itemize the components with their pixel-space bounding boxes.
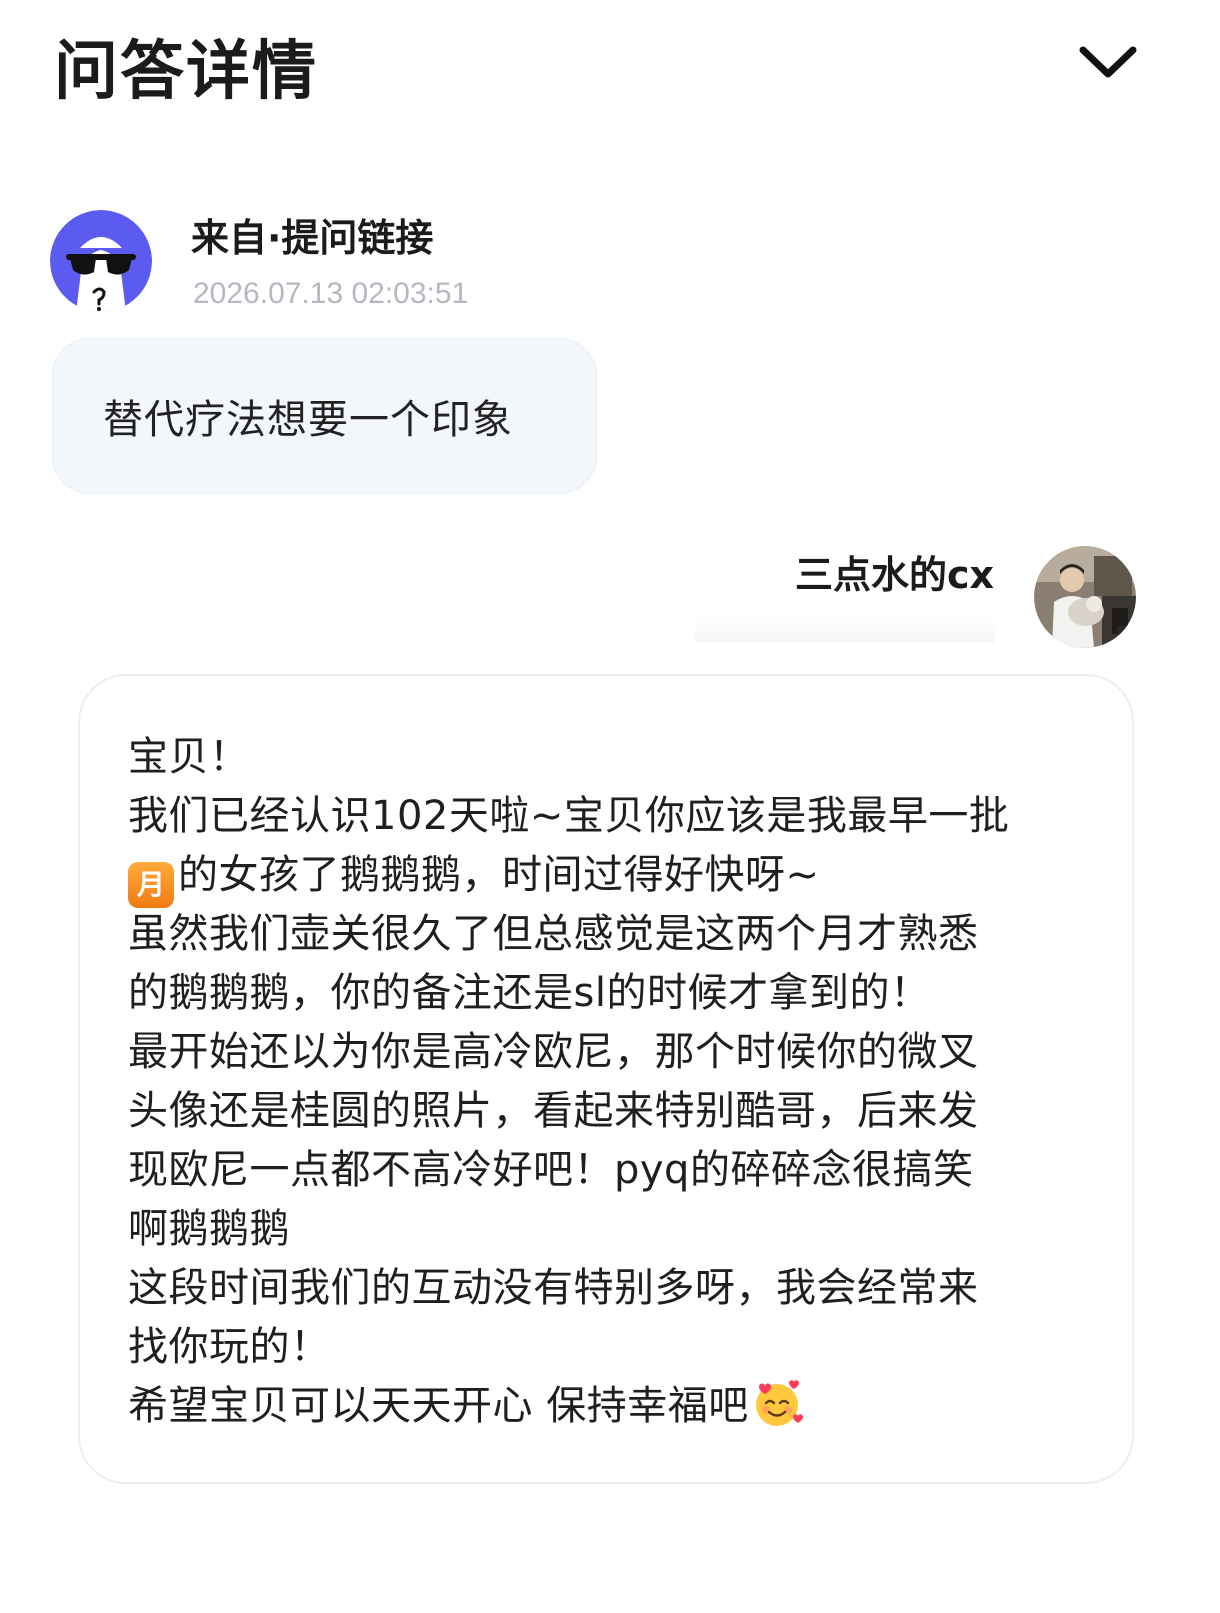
answer-line: 月的女孩了鹅鹅鹅，时间过得好快呀~ — [128, 846, 1108, 908]
calendar-month-icon: 月 — [128, 862, 174, 908]
asker-name: 来自·提问链接 — [191, 216, 434, 260]
answer-line: 头像还是桂圆的照片，看起来特别酷哥，后来发 — [128, 1088, 979, 1134]
question-timestamp: 2026.07.13 02:03:51 — [193, 277, 469, 310]
question-text: 替代疗法想要一个印象 — [103, 397, 513, 443]
page-title: 问答详情 — [54, 35, 318, 109]
answerer-avatar[interactable] — [1034, 546, 1136, 648]
answer-line: 现欧尼一点都不高冷好吧！pyq的碎碎念很搞笑 — [128, 1147, 974, 1193]
answerer-subtitle-placeholder — [695, 616, 995, 642]
collapse-button[interactable] — [1076, 36, 1140, 88]
answer-line-text: 希望宝贝可以天天开心 保持幸福吧 — [128, 1383, 749, 1429]
answer-line: 我们已经认识102天啦~宝贝你应该是我最早一批 — [128, 793, 1010, 839]
asker-avatar[interactable] — [50, 210, 152, 312]
question-bubble: 替代疗法想要一个印象 — [52, 338, 597, 494]
answer-line: 最开始还以为你是高冷欧尼，那个时候你的微叉 — [128, 1029, 979, 1075]
answer-line: 这段时间我们的互动没有特别多呀，我会经常来 — [128, 1265, 979, 1311]
user-photo-avatar-icon — [1034, 546, 1136, 648]
anonymous-sunglasses-avatar-icon — [50, 210, 152, 312]
smiling-face-with-hearts-icon — [755, 1380, 803, 1426]
answer-line: 的鹅鹅鹅，你的备注还是sl的时候才拿到的！ — [128, 970, 931, 1016]
answer-text: 宝贝！ 我们已经认识102天啦~宝贝你应该是我最早一批 月的女孩了鹅鹅鹅，时间过… — [128, 728, 1108, 1436]
answer-line: 宝贝！ — [128, 734, 250, 780]
answerer-name: 三点水的cx — [794, 553, 994, 597]
answer-line: 找你玩的！ — [128, 1324, 331, 1370]
answer-line: 啊鹅鹅鹅 — [128, 1206, 290, 1252]
answer-line: 希望宝贝可以天天开心 保持幸福吧 — [128, 1377, 1108, 1436]
answer-line: 虽然我们壶关很久了但总感觉是这两个月才熟悉 — [128, 911, 979, 957]
answer-line-text: 的女孩了鹅鹅鹅，时间过得好快呀~ — [178, 852, 820, 898]
chevron-down-icon — [1079, 46, 1137, 78]
